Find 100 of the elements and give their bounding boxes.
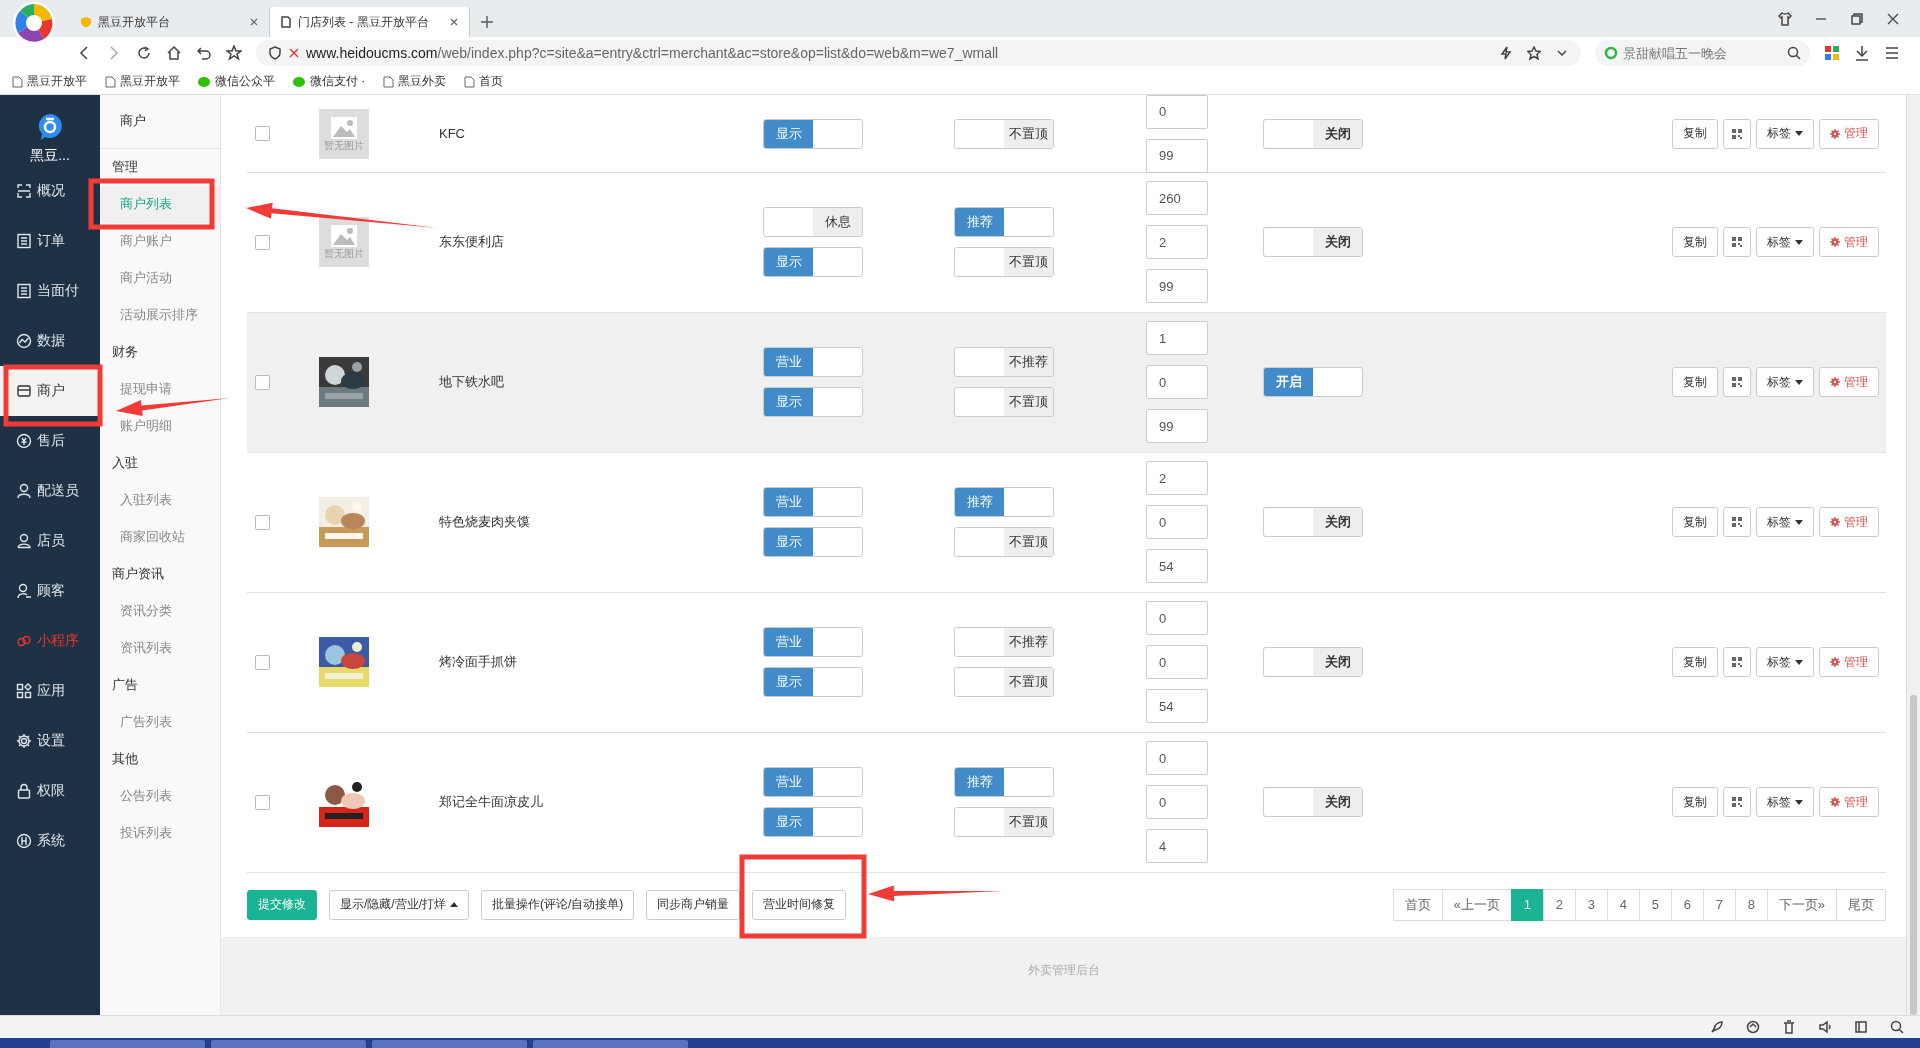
reload-icon[interactable] — [136, 45, 152, 62]
number-field[interactable]: 99 — [1146, 138, 1208, 173]
page-link[interactable]: 5 — [1638, 888, 1672, 921]
page-link[interactable]: 2 — [1542, 888, 1576, 921]
toggle-switch[interactable]: 显示 — [763, 667, 863, 698]
page-link[interactable]: 首页 — [1392, 888, 1443, 921]
manage-button[interactable]: 管理 — [1819, 118, 1879, 149]
qr-code-button[interactable] — [1723, 507, 1751, 538]
tag-dropdown[interactable]: 标签 — [1756, 367, 1814, 398]
action-button[interactable]: 营业时间修复 — [752, 889, 847, 920]
number-field[interactable]: 0 — [1146, 601, 1208, 636]
copy-button[interactable]: 复制 — [1672, 227, 1718, 258]
shirt-icon[interactable] — [1778, 11, 1792, 26]
number-field[interactable]: 0 — [1146, 645, 1208, 680]
qr-code-button[interactable] — [1723, 118, 1751, 149]
address-field[interactable]: www.heidoucms.com/web/index.php?c=site&a=entry&ctrl=merchant&ac=store&op=list&do=web&m=we7_wmall — [256, 40, 1581, 67]
sidebar-item[interactable]: 订单 — [0, 215, 100, 266]
submenu-item[interactable]: 投诉列表 — [100, 814, 220, 852]
toggle-switch[interactable]: 显示 — [763, 118, 863, 149]
tag-dropdown[interactable]: 标签 — [1756, 647, 1814, 678]
lightning-icon[interactable] — [1499, 46, 1513, 61]
home-icon[interactable] — [166, 45, 182, 62]
manage-button[interactable]: 管理 — [1819, 367, 1879, 398]
window-icon[interactable] — [1854, 1020, 1868, 1035]
star-icon[interactable] — [1527, 46, 1541, 61]
sidebar-item[interactable]: 配送员 — [0, 465, 100, 516]
toggle-switch[interactable]: 不推荐 — [954, 347, 1054, 378]
sidebar-item[interactable]: 应用 — [0, 665, 100, 716]
sidebar-item[interactable]: 概况 — [0, 165, 100, 216]
qr-code-button[interactable] — [1723, 367, 1751, 398]
toggle-switch[interactable]: 不推荐 — [954, 627, 1054, 658]
browser-tab[interactable]: 门店列表 - 黑豆开放平台 — [270, 7, 470, 37]
toggle-switch[interactable]: 营业 — [763, 627, 863, 658]
number-field[interactable]: 2 — [1146, 225, 1208, 260]
bookmark-link[interactable]: 微信公众平 — [198, 73, 275, 91]
number-field[interactable]: 0 — [1146, 785, 1208, 820]
new-tab-icon[interactable] — [480, 15, 494, 29]
number-field[interactable]: 0 — [1146, 741, 1208, 776]
submenu-item[interactable]: 商户账户 — [100, 222, 220, 260]
search-icon[interactable] — [1890, 1020, 1904, 1035]
number-field[interactable]: 54 — [1146, 549, 1208, 584]
sidebar-item[interactable]: 设置 — [0, 715, 100, 766]
toggle-switch[interactable]: 显示 — [763, 807, 863, 838]
tag-dropdown[interactable]: 标签 — [1756, 118, 1814, 149]
checkbox[interactable] — [255, 374, 270, 390]
number-field[interactable]: 99 — [1146, 409, 1208, 444]
copy-button[interactable]: 复制 — [1672, 647, 1718, 678]
page-link[interactable]: 6 — [1670, 888, 1704, 921]
submenu-item[interactable]: 商家回收站 — [100, 518, 220, 556]
submenu-item[interactable]: 账户明细 — [100, 407, 220, 445]
star-icon[interactable] — [226, 45, 242, 62]
close-icon[interactable] — [449, 17, 459, 27]
checkbox[interactable] — [255, 126, 270, 142]
page-link[interactable]: 7 — [1702, 888, 1736, 921]
copy-button[interactable]: 复制 — [1672, 507, 1718, 538]
manage-button[interactable]: 管理 — [1819, 647, 1879, 678]
number-field[interactable]: 260 — [1146, 181, 1208, 216]
copy-button[interactable]: 复制 — [1672, 367, 1718, 398]
submenu-item[interactable]: 公告列表 — [100, 777, 220, 815]
download-icon[interactable] — [1854, 45, 1870, 62]
submenu-item[interactable]: 活动展示排序 — [100, 296, 220, 334]
bookmark-link[interactable]: 首页 — [464, 73, 504, 91]
toggle-switch[interactable]: 显示 — [763, 527, 863, 558]
copy-button[interactable]: 复制 — [1672, 118, 1718, 149]
tag-dropdown[interactable]: 标签 — [1756, 507, 1814, 538]
toggle-switch[interactable]: 显示 — [763, 387, 863, 418]
toggle-switch[interactable]: 显示 — [763, 247, 863, 278]
tag-dropdown[interactable]: 标签 — [1756, 227, 1814, 258]
speaker-icon[interactable] — [1818, 1020, 1832, 1035]
submenu-item[interactable]: 入驻列表 — [100, 481, 220, 519]
search-field[interactable]: 景甜献唱五一晚会 — [1595, 40, 1810, 67]
submenu-item[interactable]: 资讯分类 — [100, 592, 220, 630]
submenu-item[interactable]: 广告列表 — [100, 703, 220, 741]
bookmark-link[interactable]: 黑豆开放平 — [12, 73, 87, 91]
action-button[interactable]: 同步商户销量 — [646, 889, 741, 920]
checkbox[interactable] — [255, 514, 270, 530]
page-link[interactable]: 8 — [1734, 888, 1768, 921]
toggle-switch[interactable]: 关闭 — [1263, 787, 1363, 818]
number-field[interactable]: 0 — [1146, 94, 1208, 129]
sidebar-item[interactable]: 数据 — [0, 315, 100, 366]
page-link[interactable]: 下一页» — [1766, 888, 1837, 921]
close-icon[interactable] — [249, 17, 259, 27]
toggle-switch[interactable]: 推荐 — [954, 767, 1054, 798]
number-field[interactable]: 1 — [1146, 321, 1208, 356]
sidebar-item[interactable]: 顾客 — [0, 565, 100, 616]
close-icon[interactable] — [1886, 11, 1900, 26]
toggle-switch[interactable]: 营业 — [763, 767, 863, 798]
submenu-item[interactable]: 商户活动 — [100, 259, 220, 297]
restore-icon[interactable] — [1850, 11, 1864, 26]
page-link[interactable]: 4 — [1606, 888, 1640, 921]
sidebar-item[interactable]: 售后 — [0, 415, 100, 466]
toggle-switch[interactable]: 关闭 — [1263, 647, 1363, 678]
sidebar-item[interactable]: 店员 — [0, 515, 100, 566]
number-field[interactable]: 2 — [1146, 461, 1208, 496]
apps-icon[interactable] — [1824, 45, 1840, 62]
toggle-switch[interactable]: 不置顶 — [954, 527, 1054, 558]
sidebar-item[interactable]: 权限 — [0, 765, 100, 816]
qr-code-button[interactable] — [1723, 787, 1751, 818]
toggle-switch[interactable]: 休息 — [763, 207, 863, 238]
sidebar-item[interactable]: 系统 — [0, 815, 100, 866]
